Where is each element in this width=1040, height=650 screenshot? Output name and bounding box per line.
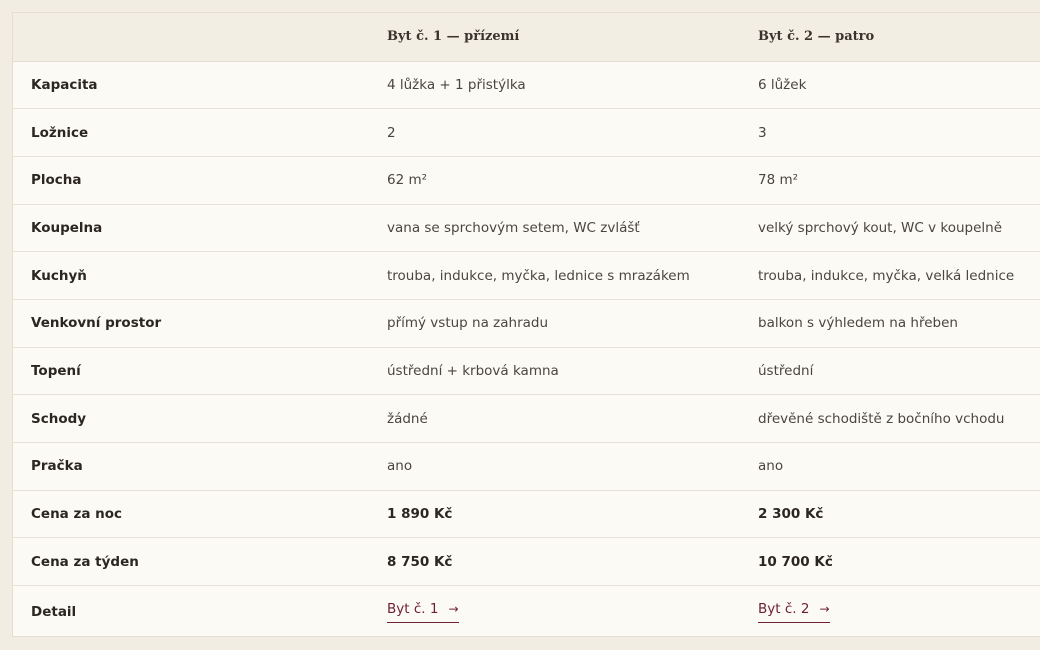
row-label: Detail: [31, 603, 77, 620]
cell-byt-2: dřevěné schodiště z bočního vchodu: [740, 394, 1040, 443]
price-byt-2: 10 700 Kč: [740, 537, 1040, 587]
table-row: Cena za týden 8 750 Kč 10 700 Kč: [13, 537, 1040, 587]
cell-byt-1: ano: [369, 442, 740, 491]
cell-byt-2: velký sprchový kout, WC v koupelně: [740, 204, 1040, 253]
row-label: Koupelna: [13, 204, 369, 253]
header-empty-cell: [13, 13, 369, 62]
cell-byt-1: ústřední + krbová kamna: [369, 347, 740, 396]
arrow-right-icon: →: [448, 601, 459, 616]
table-row: Plocha 62 m² 78 m²: [13, 156, 1040, 205]
table-row: Venkovní prostor přímý vstup na zahradu …: [13, 299, 1040, 348]
cell-byt-1: trouba, indukce, myčka, lednice s mrazák…: [369, 251, 740, 300]
table-row: Pračka ano ano: [13, 442, 1040, 491]
table-row: Topení ústřední + krbová kamna ústřední: [13, 347, 1040, 396]
comparison-table-container: Byt č. 1 — přízemí Byt č. 2 — patro Kapa…: [12, 12, 1040, 637]
header-byt-1: Byt č. 1 — přízemí: [369, 13, 740, 62]
cell-byt-2: 6 lůžek: [740, 61, 1040, 110]
price-byt-1: 1 890 Kč: [369, 490, 740, 539]
cell-byt-2: 78 m²: [740, 156, 1040, 205]
cell-byt-2: trouba, indukce, myčka, velká lednice: [740, 251, 1040, 300]
row-label: Schody: [13, 394, 369, 443]
row-label: Pračka: [13, 442, 369, 491]
comparison-table: Byt č. 1 — přízemí Byt č. 2 — patro Kapa…: [13, 13, 1040, 637]
header-byt-2: Byt č. 2 — patro: [740, 13, 1040, 62]
table-row: Cena za noc 1 890 Kč 2 300 Kč: [13, 490, 1040, 539]
row-label: Cena za noc: [13, 490, 369, 539]
cell-byt-1: 62 m²: [369, 156, 740, 205]
cell-byt-1: vana se sprchovým setem, WC zvlášť: [369, 204, 740, 253]
cell-byt-1: 4 lůžka + 1 přistýlka: [369, 61, 740, 110]
detail-link-label: Byt č. 2: [758, 600, 810, 617]
table-row-detail: Detail Byt č. 1 → Byt č. 2 →: [13, 586, 1040, 638]
row-label: Kuchyň: [13, 251, 369, 300]
table-row: Koupelna vana se sprchovým setem, WC zvl…: [13, 204, 1040, 253]
row-label: Ložnice: [13, 108, 369, 157]
row-label: Cena za týden: [13, 537, 369, 587]
arrow-right-icon: →: [819, 601, 830, 616]
cell-byt-2: 3: [740, 108, 1040, 157]
row-label: Kapacita: [13, 61, 369, 110]
cell-byt-2: ano: [740, 442, 1040, 491]
price-byt-2: 2 300 Kč: [740, 490, 1040, 539]
cell-byt-1: 2: [369, 108, 740, 157]
row-label: Plocha: [13, 156, 369, 205]
cell-byt-2: balkon s výhledem na hřeben: [740, 299, 1040, 348]
table-row: Kuchyň trouba, indukce, myčka, lednice s…: [13, 251, 1040, 300]
cell-byt-1: žádné: [369, 394, 740, 443]
row-label: Venkovní prostor: [13, 299, 369, 348]
table-row: Ložnice 2 3: [13, 108, 1040, 157]
price-byt-1: 8 750 Kč: [369, 537, 740, 587]
cell-byt-1: přímý vstup na zahradu: [369, 299, 740, 348]
table-row: Kapacita 4 lůžka + 1 přistýlka 6 lůžek: [13, 61, 1040, 110]
table-header-row: Byt č. 1 — přízemí Byt č. 2 — patro: [13, 13, 1040, 62]
detail-link-byt-1[interactable]: Byt č. 1 →: [387, 601, 459, 623]
cell-byt-2: Byt č. 2 →: [740, 586, 1040, 638]
table-row: Schody žádné dřevěné schodiště z bočního…: [13, 394, 1040, 443]
row-label: Topení: [13, 347, 369, 396]
detail-link-label: Byt č. 1: [387, 600, 439, 617]
detail-link-byt-2[interactable]: Byt č. 2 →: [758, 601, 830, 623]
cell-byt-1: Byt č. 1 →: [369, 586, 740, 638]
cell-byt-2: ústřední: [740, 347, 1040, 396]
